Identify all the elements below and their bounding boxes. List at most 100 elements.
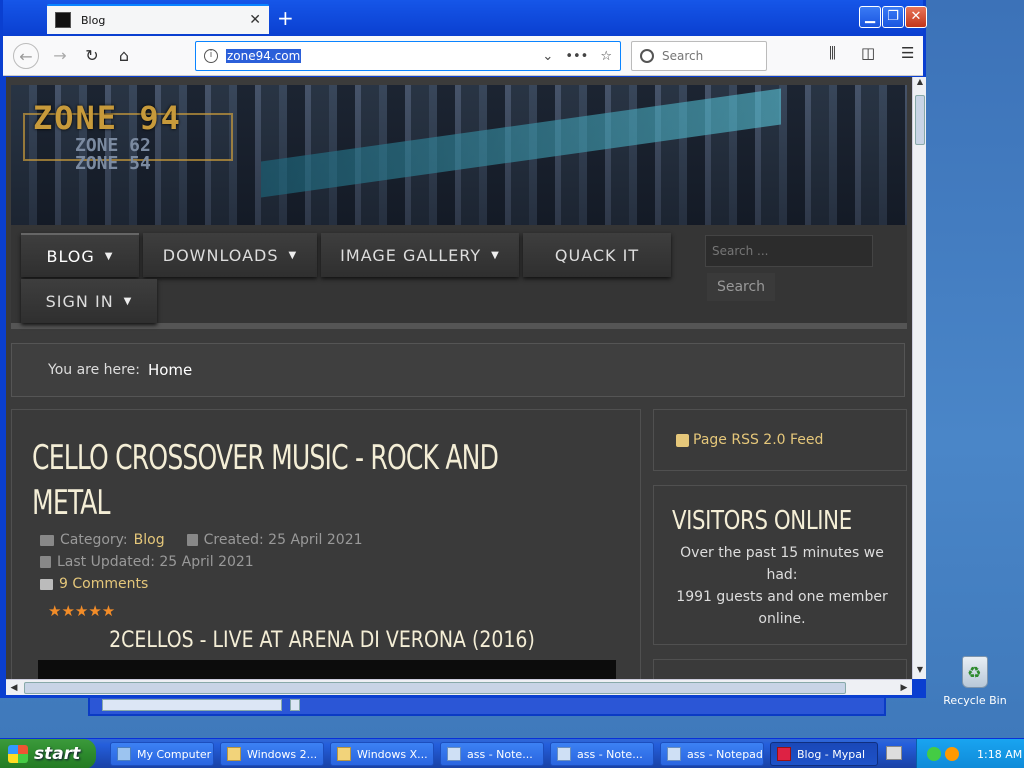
visitors-text-2: 1991 guests and one member online.: [676, 589, 888, 627]
caret-down-icon: ▼: [104, 250, 114, 262]
background-window-scroll-arrow[interactable]: [290, 699, 300, 711]
site-search-input[interactable]: [705, 235, 873, 267]
site-logo-sub-2: ZONE 54: [75, 153, 151, 174]
recycle-bin[interactable]: Recycle Bin: [940, 656, 1010, 707]
search-tray-icon[interactable]: [945, 747, 959, 761]
computer-icon: [117, 747, 131, 761]
category-link[interactable]: Blog: [134, 532, 165, 548]
banner-train-graphic: [261, 88, 781, 198]
calendar-icon: [186, 534, 198, 546]
menu-item-quack-it[interactable]: QUACK IT: [523, 233, 671, 277]
created-date: Created: 25 April 2021: [203, 532, 363, 548]
breadcrumb: You are here: Home: [11, 343, 905, 397]
reload-button[interactable]: ↻: [79, 43, 105, 69]
taskbar-item-label: Windows 2...: [247, 747, 318, 761]
video-embed[interactable]: [38, 660, 616, 679]
menu-item-blog[interactable]: BLOG ▼: [21, 233, 139, 277]
vertical-scroll-thumb[interactable]: [915, 95, 925, 145]
scroll-down-icon[interactable]: ▼: [913, 665, 927, 679]
visitors-text-1: Over the past 15 minutes we had:: [680, 545, 884, 583]
dropdown-chevron-icon[interactable]: ⌄: [542, 49, 553, 64]
menu-item-label: IMAGE GALLERY: [340, 245, 482, 265]
recycle-bin-icon: [962, 656, 988, 688]
sidebar-icon[interactable]: ◫: [861, 44, 875, 62]
calendar-icon: [40, 556, 51, 568]
notepad-icon: [447, 747, 461, 761]
home-button[interactable]: ⌂: [111, 43, 137, 69]
article-comments: 9 Comments: [40, 576, 148, 592]
menu-item-sign-in[interactable]: SIGN IN ▼: [21, 279, 157, 323]
taskbar-item-label: Windows X...: [357, 747, 428, 761]
bookmark-star-icon[interactable]: ☆: [600, 49, 612, 64]
background-window-scroll-track[interactable]: [102, 699, 282, 711]
scroll-up-icon[interactable]: ▲: [913, 77, 927, 91]
article-subtitle: 2CELLOS - LIVE AT ARENA DI VERONA (2016): [109, 628, 535, 653]
library-icon[interactable]: ⫼: [829, 44, 836, 62]
taskbar-item-my-computer[interactable]: My Computer: [110, 742, 214, 766]
clock[interactable]: 1:18 AM: [977, 748, 1022, 761]
article-title: CELLO CROSSOVER MUSIC - ROCK AND METAL: [32, 438, 499, 523]
taskbar-item-blog-mypal[interactable]: Blog - Mypal: [770, 742, 878, 766]
horizontal-scroll-thumb[interactable]: [24, 682, 846, 694]
forward-button[interactable]: →: [47, 43, 73, 69]
keyboard-icon[interactable]: [886, 746, 902, 760]
maximize-button[interactable]: ❐: [882, 6, 904, 28]
comments-icon: [40, 578, 53, 590]
menu-item-label: SIGN IN: [45, 291, 114, 311]
caret-down-icon: ▼: [491, 249, 500, 261]
taskbar-item-notepad-3[interactable]: ass - Notepad: [660, 742, 764, 766]
rating-stars[interactable]: ★★★★★: [48, 602, 115, 620]
browser-icon: [777, 747, 791, 761]
system-tray: 1:18 AM: [916, 739, 1024, 768]
tab-title: Blog: [81, 13, 106, 27]
new-tab-icon[interactable]: +: [277, 6, 294, 30]
caret-down-icon: ▼: [123, 295, 133, 307]
menu-item-image-gallery[interactable]: IMAGE GALLERY ▼: [321, 233, 519, 277]
minimize-button[interactable]: ▁: [859, 6, 881, 28]
taskbar: start My Computer Windows 2... Windows X…: [0, 738, 1024, 768]
url-text[interactable]: zone94.com: [226, 49, 302, 63]
close-window-button[interactable]: ✕: [905, 6, 927, 28]
favicon-icon: [55, 12, 71, 28]
article-updated: Last Updated: 25 April 2021: [40, 554, 254, 570]
browser-window: Blog ✕ + ▁ ❐ ✕ ← → ↻ ⌂ i zone94.com ⌄ ••…: [0, 0, 927, 698]
start-button[interactable]: start: [0, 739, 96, 768]
breadcrumb-home[interactable]: Home: [148, 361, 192, 379]
comments-link[interactable]: 9 Comments: [59, 576, 148, 592]
menu-item-label: QUACK IT: [554, 245, 640, 265]
browser-search-input[interactable]: [662, 49, 752, 63]
network-icon[interactable]: [927, 747, 941, 761]
taskbar-item-notepad-1[interactable]: ass - Note...: [440, 742, 544, 766]
rss-module: Page RSS 2.0 Feed: [653, 409, 907, 471]
scroll-right-icon[interactable]: ▶: [896, 680, 912, 696]
site-search-button[interactable]: Search: [707, 273, 775, 301]
taskbar-item-notepad-2[interactable]: ass - Note...: [550, 742, 654, 766]
menu-item-downloads[interactable]: DOWNLOADS ▼: [143, 233, 317, 277]
page-content: ZONE 94 ZONE 62 ZONE 54 BLOG ▼ DOWNLOADS…: [6, 77, 912, 679]
nav-bar: ← → ↻ ⌂ i zone94.com ⌄ ••• ☆ ⫼ ◫ ☰: [3, 36, 923, 76]
taskbar-item-label: ass - Note...: [577, 747, 643, 761]
menu-hamburger-icon[interactable]: ☰: [901, 44, 914, 62]
url-bar[interactable]: i zone94.com ⌄ ••• ☆: [195, 41, 621, 71]
horizontal-scrollbar[interactable]: ◀ ▶: [6, 679, 912, 695]
scroll-left-icon[interactable]: ◀: [6, 680, 22, 696]
search-icon: [640, 49, 654, 63]
info-icon[interactable]: i: [204, 49, 218, 63]
breadcrumb-prefix: You are here:: [48, 362, 140, 378]
browser-search-bar[interactable]: [631, 41, 767, 71]
recycle-bin-label: Recycle Bin: [943, 694, 1007, 707]
taskbar-item-windows-2[interactable]: Windows 2...: [220, 742, 324, 766]
visitors-module: VISITORS ONLINE Over the past 15 minutes…: [653, 485, 907, 645]
taskbar-item-windows-x[interactable]: Windows X...: [330, 742, 434, 766]
notepad-icon: [667, 747, 681, 761]
close-tab-icon[interactable]: ✕: [249, 12, 261, 28]
rss-link[interactable]: Page RSS 2.0 Feed: [693, 432, 823, 448]
site-banner: ZONE 94 ZONE 62 ZONE 54: [11, 85, 907, 225]
updated-date: Last Updated: 25 April 2021: [57, 554, 254, 570]
more-icon[interactable]: •••: [565, 49, 588, 64]
tab-blog[interactable]: Blog ✕: [47, 4, 269, 34]
vertical-scrollbar[interactable]: ▲ ▼: [912, 77, 926, 679]
site-logo[interactable]: ZONE 94: [33, 99, 182, 137]
back-button[interactable]: ←: [13, 43, 39, 69]
taskbar-item-label: Blog - Mypal: [797, 747, 866, 761]
